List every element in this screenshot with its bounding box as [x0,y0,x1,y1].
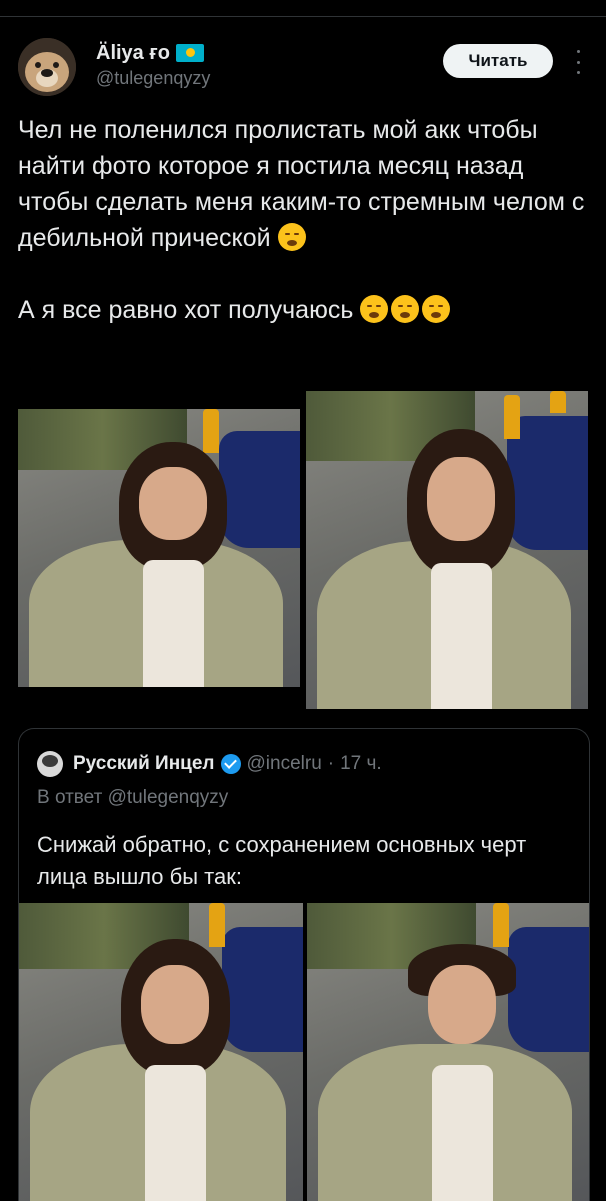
author-avatar[interactable] [18,38,76,96]
quote-header: Русский Инцел @incelru · 17 ч. [73,750,382,778]
author-display-name[interactable]: Äliya ғo [96,42,170,65]
quoted-tweet[interactable]: Русский Инцел @incelru · 17 ч. В ответ @… [18,728,590,1201]
face-exhaling-emoji-icon [277,223,306,251]
follow-button[interactable]: Читать [443,44,553,78]
tweet-photo-2[interactable] [306,391,588,709]
dog-avatar-icon [18,38,76,96]
more-vertical-icon[interactable] [568,50,588,74]
reply-prefix: В ответ [37,787,103,808]
quote-photo-2[interactable] [307,903,589,1201]
flag-sun [185,48,195,57]
top-divider [0,16,606,17]
author-handle[interactable]: @tulegenqyzy [96,68,210,89]
quote-author-name[interactable]: Русский Инцел [73,753,215,775]
tweet-paragraph-2-text: А я все равно хот получаюсь [18,296,354,324]
tweet-photo-1[interactable] [18,409,300,687]
quote-separator: · [327,753,335,774]
quote-text: Снижай обратно, с сохранением основных ч… [37,832,527,889]
quote-timestamp[interactable]: 17 ч. [340,753,382,775]
quote-author-avatar[interactable] [37,751,63,777]
quote-photo-1[interactable] [19,903,303,1201]
author-name-row: Äliya ғo [96,40,204,66]
reply-mention-link[interactable]: @tulegenqyzy [108,787,229,808]
face-exhaling-emoji-icon [391,295,420,323]
tweet-text: Чел не поленился пролистать мой акк чтоб… [18,112,588,328]
face-exhaling-emoji-icon [360,295,389,323]
quote-author-handle[interactable]: @incelru [247,753,322,775]
verified-badge-icon [220,754,241,774]
tweet-paragraph-1: Чел не поленился пролистать мой акк чтоб… [18,112,588,256]
tweet-paragraph-2: А я все равно хот получаюсь [18,292,588,328]
kazakhstan-flag-icon [175,44,204,62]
face-exhaling-emoji-icon [422,295,451,323]
quote-reply-context: В ответ @tulegenqyzy [37,787,228,809]
